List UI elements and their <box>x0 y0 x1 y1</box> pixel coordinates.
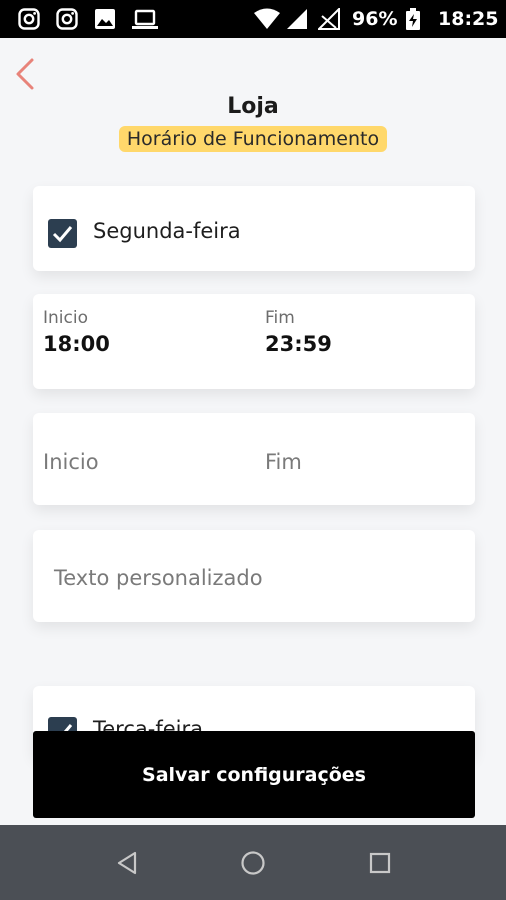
time-slot-2[interactable]: Inicio Fim <box>33 413 475 505</box>
nav-home-icon[interactable] <box>239 849 267 877</box>
laptop-icon <box>132 9 158 29</box>
page-subtitle: Horário de Funcionamento <box>118 126 388 152</box>
checkbox-monday[interactable] <box>48 219 77 248</box>
nav-back-icon[interactable] <box>113 849 141 877</box>
nav-recents-icon[interactable] <box>366 849 394 877</box>
subtitle-container: Horário de Funcionamento <box>0 126 506 152</box>
signal-icon <box>287 9 307 29</box>
end-label: Fim <box>265 308 295 328</box>
time-slot-1[interactable]: Inicio 18:00 Fim 23:59 <box>33 294 475 389</box>
instagram-icon <box>18 8 40 30</box>
status-bar: 96% 18:25 <box>0 0 506 38</box>
custom-text-input[interactable]: Texto personalizado <box>54 566 263 590</box>
battery-charging-icon <box>406 8 420 30</box>
end-time-input[interactable]: Fim <box>265 450 302 474</box>
custom-text-field[interactable]: Texto personalizado <box>33 530 475 622</box>
end-time-value[interactable]: 23:59 <box>265 332 332 356</box>
day-label-monday: Segunda-feira <box>93 219 241 243</box>
start-label: Inicio <box>43 308 88 328</box>
save-button[interactable]: Salvar configurações <box>33 731 475 818</box>
battery-percent: 96% <box>352 8 398 30</box>
signal-off-icon <box>318 8 340 30</box>
navigation-bar <box>0 825 506 900</box>
wifi-icon <box>254 8 280 29</box>
back-icon[interactable] <box>10 56 40 92</box>
instagram-icon <box>56 8 78 30</box>
clock: 18:25 <box>438 8 499 30</box>
check-icon <box>52 226 73 243</box>
start-time-input[interactable]: Inicio <box>43 450 99 474</box>
image-icon <box>95 9 115 29</box>
day-card-monday[interactable]: Segunda-feira <box>33 186 475 271</box>
page-title: Loja <box>227 94 279 119</box>
start-time-value[interactable]: 18:00 <box>43 332 110 356</box>
